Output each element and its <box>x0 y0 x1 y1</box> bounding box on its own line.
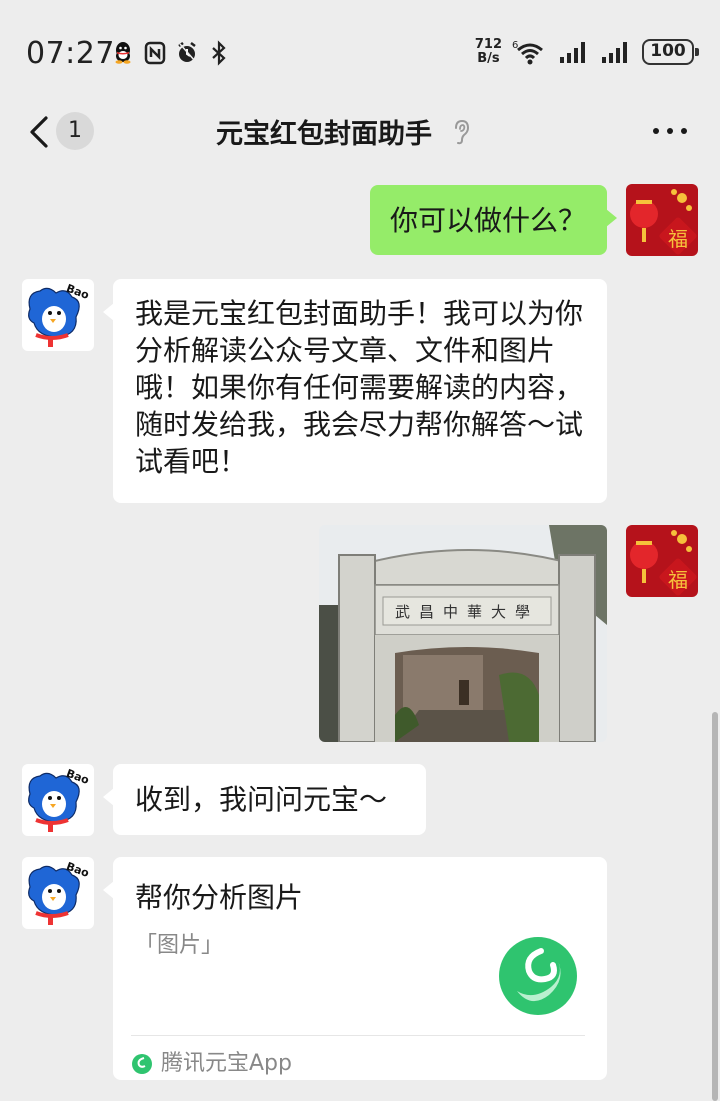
bot-avatar[interactable]: Bao <box>22 279 94 351</box>
gate-inscription: 武昌中華大學 <box>395 603 539 621</box>
card-title: 帮你分析图片 <box>135 881 304 914</box>
self-avatar[interactable]: 福 <box>626 184 698 256</box>
unread-count-badge[interactable]: 1 <box>56 112 94 150</box>
ear-icon <box>455 119 470 144</box>
more-options-icon[interactable] <box>650 116 690 146</box>
svg-text:福: 福 <box>668 227 688 251</box>
gate-photo-image: 武昌中華大學 <box>319 525 607 742</box>
status-bar: 07:27 712 B/s 6 100 <box>0 0 720 100</box>
chat-header: 1 元宝红包封面助手 <box>0 100 720 172</box>
bao-bot-avatar-icon: Bao <box>22 764 94 836</box>
nfc-icon <box>144 41 166 65</box>
status-time: 07:27 <box>26 36 115 71</box>
bluetooth-icon <box>212 40 226 66</box>
self-avatar[interactable]: 福 <box>626 525 698 597</box>
bao-bot-avatar-icon: Bao <box>22 857 94 929</box>
bao-bot-avatar-icon: Bao <box>22 279 94 351</box>
network-speed: 712 B/s <box>474 37 502 66</box>
message-text: 我是元宝红包封面助手！我可以为你分析解读公众号文章、文件和图片哦！如果你有任何需… <box>135 297 584 478</box>
bot-avatar[interactable]: Bao <box>22 857 94 929</box>
bot-message-bubble[interactable]: 收到，我问问元宝～ <box>103 764 426 835</box>
chat-title: 元宝红包封面助手 <box>216 119 432 150</box>
svg-text:6: 6 <box>512 40 518 51</box>
message-text: 你可以做什么？ <box>390 204 587 237</box>
image-message[interactable]: 武昌中華大學 <box>319 525 607 742</box>
card-subtitle: 「图片」 <box>135 933 224 958</box>
battery-icon: 100 <box>642 39 699 65</box>
signal-icon <box>602 42 627 63</box>
bot-avatar[interactable]: Bao <box>22 764 94 836</box>
fu-new-year-avatar-icon: 福 <box>626 184 698 256</box>
fu-new-year-avatar-icon: 福 <box>626 525 698 597</box>
mini-app-card[interactable]: 帮你分析图片 「图片」 腾讯元宝App <box>103 857 607 1080</box>
scrollbar[interactable] <box>712 712 718 1101</box>
self-message-bubble[interactable]: 你可以做什么？ <box>370 185 617 255</box>
bot-message-bubble[interactable]: 我是元宝红包封面助手！我可以为你分析解读公众号文章、文件和图片哦！如果你有任何需… <box>103 279 607 503</box>
wifi-icon: 6 <box>512 40 543 65</box>
yuanbao-logo-icon <box>499 937 577 1015</box>
svg-text:福: 福 <box>668 568 688 592</box>
message-text: 收到，我问问元宝～ <box>135 783 388 816</box>
qq-icon <box>115 42 131 64</box>
alarm-icon <box>178 42 196 62</box>
yuanbao-small-icon <box>132 1053 152 1074</box>
signal-icon <box>560 42 585 63</box>
card-source: 腾讯元宝App <box>161 1051 292 1076</box>
card-divider <box>131 1035 585 1036</box>
